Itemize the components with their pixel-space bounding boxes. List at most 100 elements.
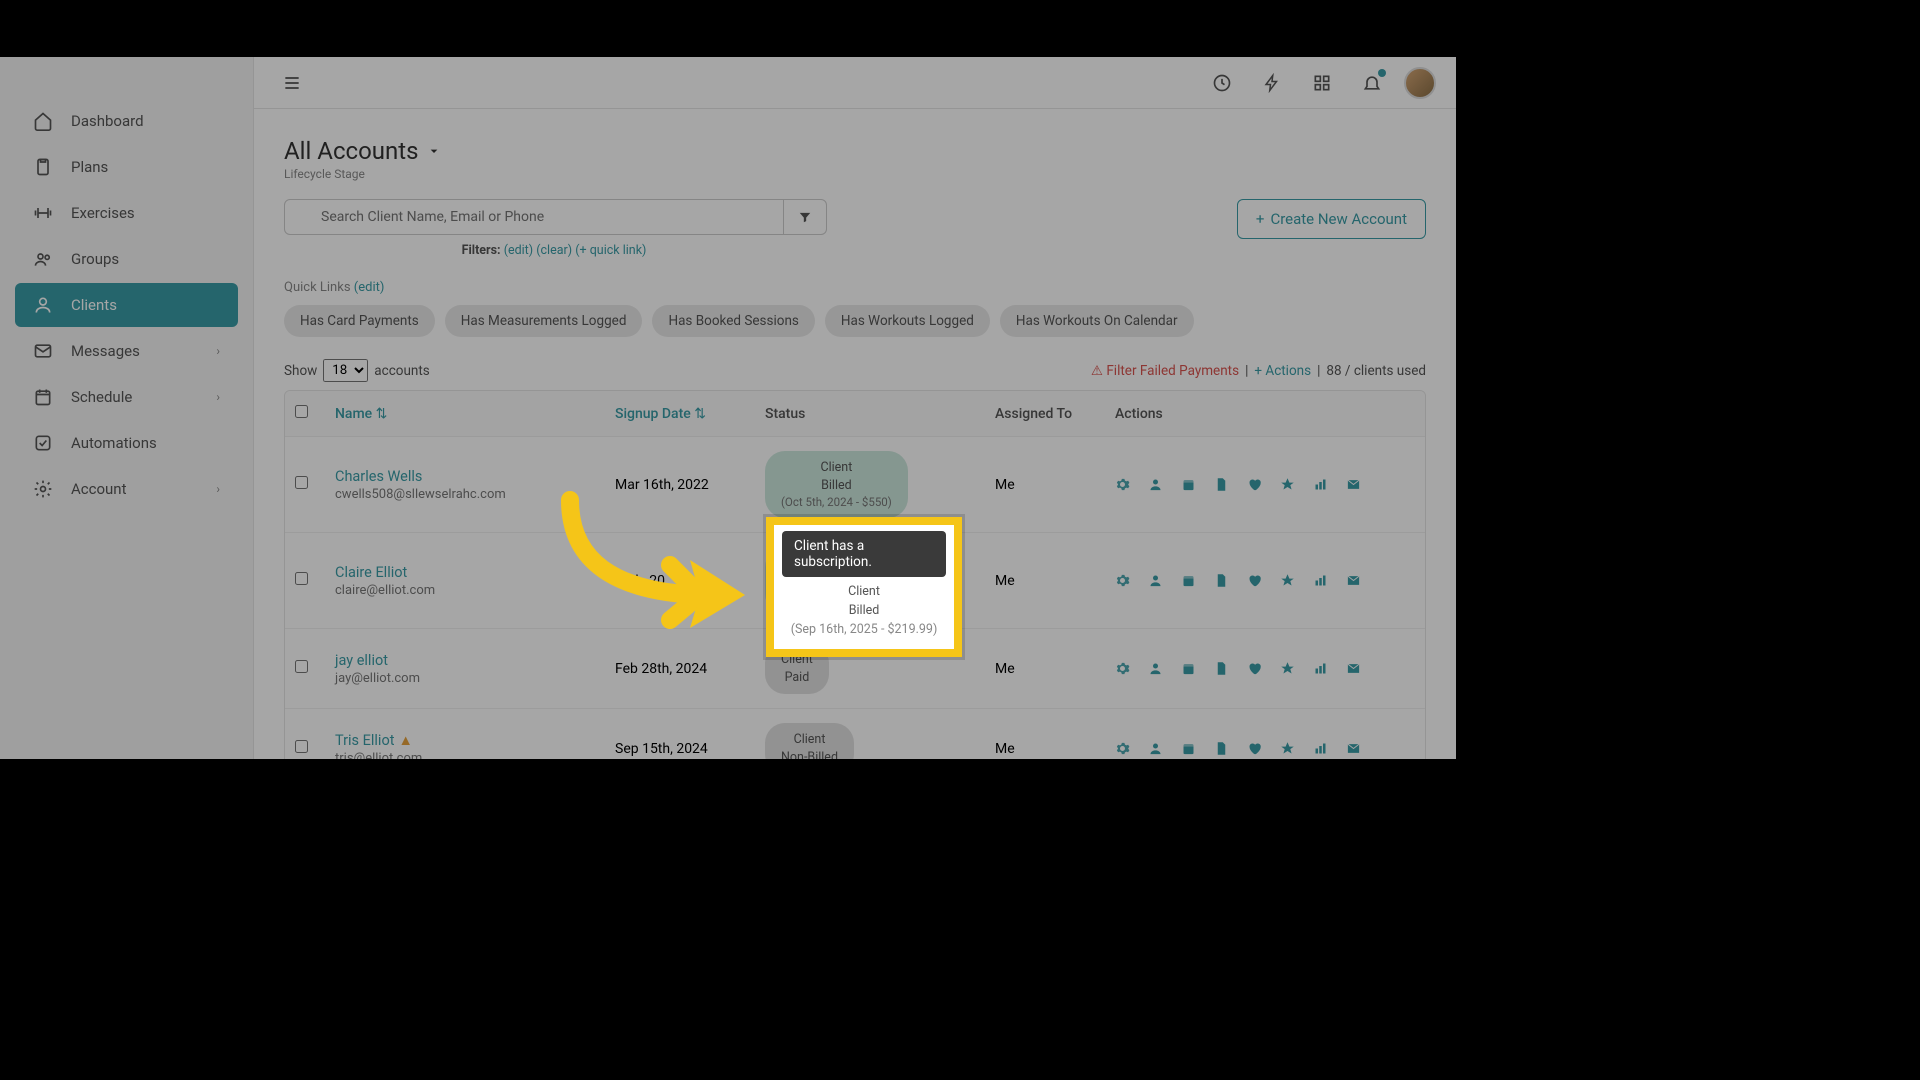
star-icon[interactable] bbox=[1280, 741, 1295, 756]
page-title[interactable]: All Accounts bbox=[284, 137, 1426, 165]
check-icon bbox=[33, 433, 57, 453]
row-checkbox[interactable] bbox=[295, 740, 308, 753]
row-actions bbox=[1115, 477, 1415, 492]
row-actions bbox=[1115, 661, 1415, 676]
row-checkbox[interactable] bbox=[295, 476, 308, 489]
calendar-icon[interactable] bbox=[1181, 573, 1196, 588]
sidebar-item-schedule[interactable]: Schedule › bbox=[15, 375, 238, 419]
quicklinks-edit-link[interactable]: (edit) bbox=[354, 280, 385, 295]
heart-icon[interactable] bbox=[1247, 661, 1262, 676]
chip[interactable]: Has Workouts Logged bbox=[825, 305, 990, 337]
mail-icon[interactable] bbox=[1346, 741, 1361, 756]
filter-failed-link[interactable]: ⚠ Filter Failed Payments bbox=[1091, 363, 1239, 379]
client-name-link[interactable]: jay elliot bbox=[335, 652, 615, 669]
heart-icon[interactable] bbox=[1247, 477, 1262, 492]
sidebar-item-label: Messages bbox=[71, 342, 140, 360]
row-actions bbox=[1115, 573, 1415, 588]
chip[interactable]: Has Workouts On Calendar bbox=[1000, 305, 1194, 337]
user-icon[interactable] bbox=[1148, 573, 1163, 588]
mail-icon[interactable] bbox=[1346, 477, 1361, 492]
select-all-checkbox[interactable] bbox=[295, 405, 308, 418]
col-signup[interactable]: Signup Date ⇅ bbox=[615, 406, 765, 422]
chart-icon[interactable] bbox=[1313, 741, 1328, 756]
star-icon[interactable] bbox=[1280, 573, 1295, 588]
sidebar-item-account[interactable]: Account › bbox=[15, 467, 238, 511]
calendar-icon[interactable] bbox=[1181, 741, 1196, 756]
user-icon[interactable] bbox=[1148, 477, 1163, 492]
user-icon[interactable] bbox=[1148, 741, 1163, 756]
search-row: Filters: (edit) (clear) (+ quick link) +… bbox=[284, 199, 1426, 258]
filters-label: Filters: bbox=[462, 243, 501, 258]
col-name[interactable]: Name ⇅ bbox=[335, 406, 615, 422]
file-icon[interactable] bbox=[1214, 477, 1229, 492]
alert-icon: ⚠ bbox=[1091, 363, 1103, 379]
mail-icon bbox=[33, 341, 57, 361]
sidebar-item-label: Exercises bbox=[71, 204, 135, 222]
star-icon[interactable] bbox=[1280, 477, 1295, 492]
mail-icon[interactable] bbox=[1346, 573, 1361, 588]
sidebar-item-groups[interactable]: Groups bbox=[15, 237, 238, 281]
gear-icon[interactable] bbox=[1115, 741, 1130, 756]
chart-icon[interactable] bbox=[1313, 573, 1328, 588]
heart-icon[interactable] bbox=[1247, 573, 1262, 588]
sidebar-item-clients[interactable]: Clients bbox=[15, 283, 238, 327]
mail-icon[interactable] bbox=[1346, 661, 1361, 676]
filters-quicklink[interactable]: (+ quick link) bbox=[575, 243, 646, 258]
chart-icon[interactable] bbox=[1313, 477, 1328, 492]
notification-dot bbox=[1378, 69, 1386, 77]
warning-icon: ▲ bbox=[398, 732, 412, 749]
user-icon[interactable] bbox=[1148, 661, 1163, 676]
sidebar-item-automations[interactable]: Automations bbox=[15, 421, 238, 465]
actions-link[interactable]: + Actions bbox=[1254, 363, 1311, 379]
grid-icon[interactable] bbox=[1304, 65, 1340, 101]
row-checkbox[interactable] bbox=[295, 572, 308, 585]
signup-date: Sep 15th, 2024 bbox=[615, 741, 765, 757]
status-pill[interactable]: ClientBilled(Oct 5th, 2024 - $550) bbox=[765, 451, 908, 518]
sidebar-item-label: Dashboard bbox=[71, 112, 144, 130]
gear-icon bbox=[33, 479, 57, 499]
sidebar-item-label: Plans bbox=[71, 158, 108, 176]
filter-button[interactable] bbox=[784, 199, 827, 235]
quicklink-chips: Has Card Payments Has Measurements Logge… bbox=[284, 305, 1426, 337]
calendar-icon[interactable] bbox=[1181, 477, 1196, 492]
calendar-icon[interactable] bbox=[1181, 661, 1196, 676]
client-email: jay@elliot.com bbox=[335, 671, 615, 686]
heart-icon[interactable] bbox=[1247, 741, 1262, 756]
chip[interactable]: Has Card Payments bbox=[284, 305, 435, 337]
user-icon bbox=[33, 295, 57, 315]
quicklinks-label: Quick Links bbox=[284, 280, 351, 295]
clock-icon[interactable] bbox=[1204, 65, 1240, 101]
file-icon[interactable] bbox=[1214, 573, 1229, 588]
client-name-link[interactable]: Tris Elliot▲ bbox=[335, 732, 615, 749]
avatar[interactable] bbox=[1404, 67, 1436, 99]
sidebar-item-plans[interactable]: Plans bbox=[15, 145, 238, 189]
bolt-icon[interactable] bbox=[1254, 65, 1290, 101]
gear-icon[interactable] bbox=[1115, 477, 1130, 492]
arrow-annotation bbox=[550, 490, 760, 630]
status-pill[interactable]: ClientNon-Billed bbox=[765, 723, 854, 759]
client-name-link[interactable]: Charles Wells bbox=[335, 468, 615, 485]
filters-edit-link[interactable]: (edit) bbox=[504, 243, 533, 258]
chip[interactable]: Has Booked Sessions bbox=[652, 305, 814, 337]
row-checkbox[interactable] bbox=[295, 660, 308, 673]
file-icon[interactable] bbox=[1214, 741, 1229, 756]
dumbbell-icon bbox=[33, 203, 57, 223]
table-row: Tris Elliot▲ tris@elliot.com Sep 15th, 2… bbox=[285, 709, 1425, 759]
topbar bbox=[254, 57, 1456, 109]
star-icon[interactable] bbox=[1280, 661, 1295, 676]
rows-select[interactable]: 18 bbox=[323, 359, 368, 382]
search-input[interactable] bbox=[284, 199, 784, 235]
sidebar-item-messages[interactable]: Messages › bbox=[15, 329, 238, 373]
chip[interactable]: Has Measurements Logged bbox=[445, 305, 643, 337]
sidebar-item-label: Automations bbox=[71, 434, 157, 452]
gear-icon[interactable] bbox=[1115, 573, 1130, 588]
sidebar-item-dashboard[interactable]: Dashboard bbox=[15, 99, 238, 143]
gear-icon[interactable] bbox=[1115, 661, 1130, 676]
file-icon[interactable] bbox=[1214, 661, 1229, 676]
sidebar-item-exercises[interactable]: Exercises bbox=[15, 191, 238, 235]
create-account-button[interactable]: + Create New Account bbox=[1237, 199, 1426, 239]
chart-icon[interactable] bbox=[1313, 661, 1328, 676]
hamburger-icon[interactable] bbox=[274, 65, 310, 101]
filters-clear-link[interactable]: (clear) bbox=[536, 243, 572, 258]
bell-icon[interactable] bbox=[1354, 65, 1390, 101]
